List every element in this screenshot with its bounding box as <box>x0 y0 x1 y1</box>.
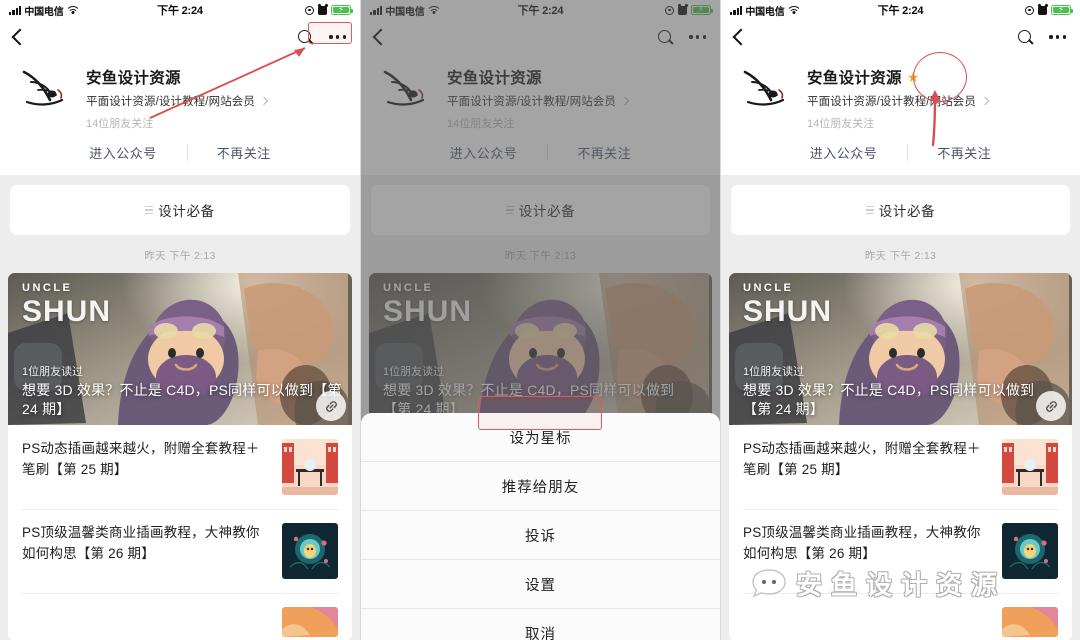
cover-brand: UNCLE SHUN <box>22 283 111 327</box>
cover-brand: UNCLE SHUN <box>743 283 832 327</box>
cover-read-meta: 1位朋友读过 <box>22 366 84 378</box>
panel-step-1: 中国电信 下午 2:24 ⚡ 安鱼设计资源 平面设计资源/设计教程/网站会员 1… <box>0 0 360 640</box>
more-dots-icon[interactable] <box>327 32 348 41</box>
article-message-card: UNCLE SHUN 1位朋友读过 想要 3D 效果？不止是 C4D，PS同样可… <box>8 273 352 640</box>
nav-bar-actions <box>1018 29 1068 45</box>
conversation-content: 设计必备 昨天 下午 2:13 <box>721 175 1080 640</box>
cover-article[interactable]: UNCLE SHUN 1位朋友读过 想要 3D 效果？不止是 C4D，PS同样可… <box>8 273 352 425</box>
nav-bar <box>0 20 360 54</box>
article-message-card: UNCLE SHUN 1位朋友读过 想要 3D 效果？不止是 C4D，PS同样可… <box>729 273 1072 640</box>
article-thumbnail <box>1002 439 1058 495</box>
message-timestamp: 昨天 下午 2:13 <box>864 250 937 262</box>
back-chevron-icon[interactable] <box>11 28 29 46</box>
ink-calligraphy-avatar <box>735 60 801 118</box>
article-thumbnail <box>1002 523 1058 579</box>
profile-info: 安鱼设计资源 ★ 平面设计资源/设计教程/网站会员 14位朋友关注 <box>801 60 1066 131</box>
cover-brand-line2: SHUN <box>22 295 112 328</box>
profile-header: 安鱼设计资源 ★ 平面设计资源/设计教程/网站会员 14位朋友关注 <box>721 54 1080 131</box>
chevron-right-icon <box>259 96 269 106</box>
panel-step-2: 中国电信 下午 2:24 ⚡ <box>360 0 720 640</box>
panel-step-3: 中国电信 下午 2:24 ⚡ 安鱼设计资源 ★ 平面设计资源/设计教程/网站会员… <box>720 0 1080 640</box>
status-bar: 中国电信 下午 2:24 ⚡ <box>0 0 360 20</box>
account-description-row[interactable]: 平面设计资源/设计教程/网站会员 <box>86 93 346 109</box>
article-row[interactable] <box>8 593 352 640</box>
location-icon <box>305 5 314 15</box>
article-thumbnail <box>1002 607 1058 637</box>
action-sheet-item-settings[interactable]: 设置 <box>361 560 720 609</box>
article-row[interactable] <box>729 593 1072 640</box>
search-icon[interactable] <box>1018 29 1033 45</box>
more-dots-icon[interactable] <box>1047 32 1068 41</box>
unfollow-button[interactable]: 不再关注 <box>186 143 301 162</box>
account-description-row[interactable]: 平面设计资源/设计教程/网站会员 <box>807 93 1066 109</box>
cover-headline: 想要 3D 效果？不止是 C4D，PS同样可以做到【第 24 期】 <box>22 382 342 418</box>
article-title: PS顶级温馨类商业插画教程，大神教你如何构思【第 26 期】 <box>743 525 981 561</box>
account-name-row: 安鱼设计资源 <box>86 66 346 88</box>
profile-info: 安鱼设计资源 平面设计资源/设计教程/网站会员 14位朋友关注 <box>80 60 346 131</box>
cover-headline: 想要 3D 效果？不止是 C4D，PS同样可以做到【第 24 期】 <box>743 382 1035 418</box>
page-title: 安鱼设计资源 <box>807 70 902 87</box>
menu-card-label: 设计必备 <box>158 204 215 219</box>
article-title: PS动态插画越来越火，附赠全套教程＋笔刷【第 25 期】 <box>22 441 260 477</box>
back-chevron-icon[interactable] <box>732 28 750 46</box>
bottom-menu-card[interactable]: 设计必备 <box>731 185 1070 235</box>
action-sheet-item-complain[interactable]: 投诉 <box>361 511 720 560</box>
battery-charging-icon: ⚡ <box>1051 5 1073 15</box>
menu-lines-icon <box>145 206 154 214</box>
star-icon: ★ <box>906 69 920 85</box>
bottom-menu-card[interactable]: 设计必备 <box>10 185 350 235</box>
alarm-icon <box>1038 5 1047 15</box>
unfollow-button[interactable]: 不再关注 <box>907 143 1021 162</box>
status-bar: 中国电信 下午 2:24 ⚡ <box>721 0 1080 20</box>
location-icon <box>1025 5 1034 15</box>
menu-lines-icon <box>865 206 874 214</box>
link-chain-icon[interactable] <box>316 391 346 421</box>
cover-brand-line2: SHUN <box>743 295 833 328</box>
friends-following-label: 14位朋友关注 <box>86 118 154 130</box>
article-thumbnail <box>282 607 338 637</box>
conversation-content: 设计必备 昨天 下午 2:13 <box>0 175 360 640</box>
profile-action-bar: 进入公众号 不再关注 <box>0 131 360 175</box>
profile-action-bar: 进入公众号 不再关注 <box>721 131 1080 175</box>
battery-charging-icon: ⚡ <box>331 5 353 15</box>
article-row[interactable]: PS动态插画越来越火，附赠全套教程＋笔刷【第 25 期】 <box>729 425 1072 509</box>
link-chain-icon[interactable] <box>1036 391 1066 421</box>
screenshot-stage: 中国电信 下午 2:24 ⚡ 安鱼设计资源 平面设计资源/设计教程/网站会员 1… <box>0 0 1080 640</box>
friends-following-label: 14位朋友关注 <box>807 118 875 130</box>
cover-read-meta: 1位朋友读过 <box>743 366 805 378</box>
action-sheet-item-set-star[interactable]: 设为星标 <box>361 413 720 462</box>
enter-official-account-button[interactable]: 进入公众号 <box>780 143 908 162</box>
cover-brand-line1: UNCLE <box>22 282 73 294</box>
action-sheet-item-recommend[interactable]: 推荐给朋友 <box>361 462 720 511</box>
nav-bar-actions <box>298 29 348 45</box>
article-title: PS动态插画越来越火，附赠全套教程＋笔刷【第 25 期】 <box>743 441 981 477</box>
message-timestamp: 昨天 下午 2:13 <box>144 250 216 262</box>
enter-official-account-button[interactable]: 进入公众号 <box>59 143 187 162</box>
menu-card-label: 设计必备 <box>878 204 936 219</box>
article-row[interactable]: PS动态插画越来越火，附赠全套教程＋笔刷【第 25 期】 <box>8 425 352 509</box>
account-description: 平面设计资源/设计教程/网站会员 <box>86 96 255 108</box>
profile-header: 安鱼设计资源 平面设计资源/设计教程/网站会员 14位朋友关注 <box>0 54 360 131</box>
article-thumbnail <box>282 439 338 495</box>
account-description: 平面设计资源/设计教程/网站会员 <box>807 96 976 108</box>
article-thumbnail <box>282 523 338 579</box>
action-sheet-item-cancel[interactable]: 取消 <box>361 609 720 640</box>
article-row[interactable]: PS顶级温馨类商业插画教程，大神教你如何构思【第 26 期】 <box>8 509 352 593</box>
cover-article[interactable]: UNCLE SHUN 1位朋友读过 想要 3D 效果？不止是 C4D，PS同样可… <box>729 273 1072 425</box>
chevron-right-icon <box>980 96 990 106</box>
page-title: 安鱼设计资源 <box>86 70 181 87</box>
search-icon[interactable] <box>298 29 313 45</box>
action-sheet: 设为星标 推荐给朋友 投诉 设置 取消 <box>361 413 720 640</box>
alarm-icon <box>318 5 327 15</box>
ink-calligraphy-avatar <box>14 60 80 118</box>
account-name-row: 安鱼设计资源 ★ <box>807 66 1066 88</box>
article-title: PS顶级温馨类商业插画教程，大神教你如何构思【第 26 期】 <box>22 525 260 561</box>
article-row[interactable]: PS顶级温馨类商业插画教程，大神教你如何构思【第 26 期】 <box>729 509 1072 593</box>
nav-bar <box>721 20 1080 54</box>
cover-brand-line1: UNCLE <box>743 282 794 294</box>
